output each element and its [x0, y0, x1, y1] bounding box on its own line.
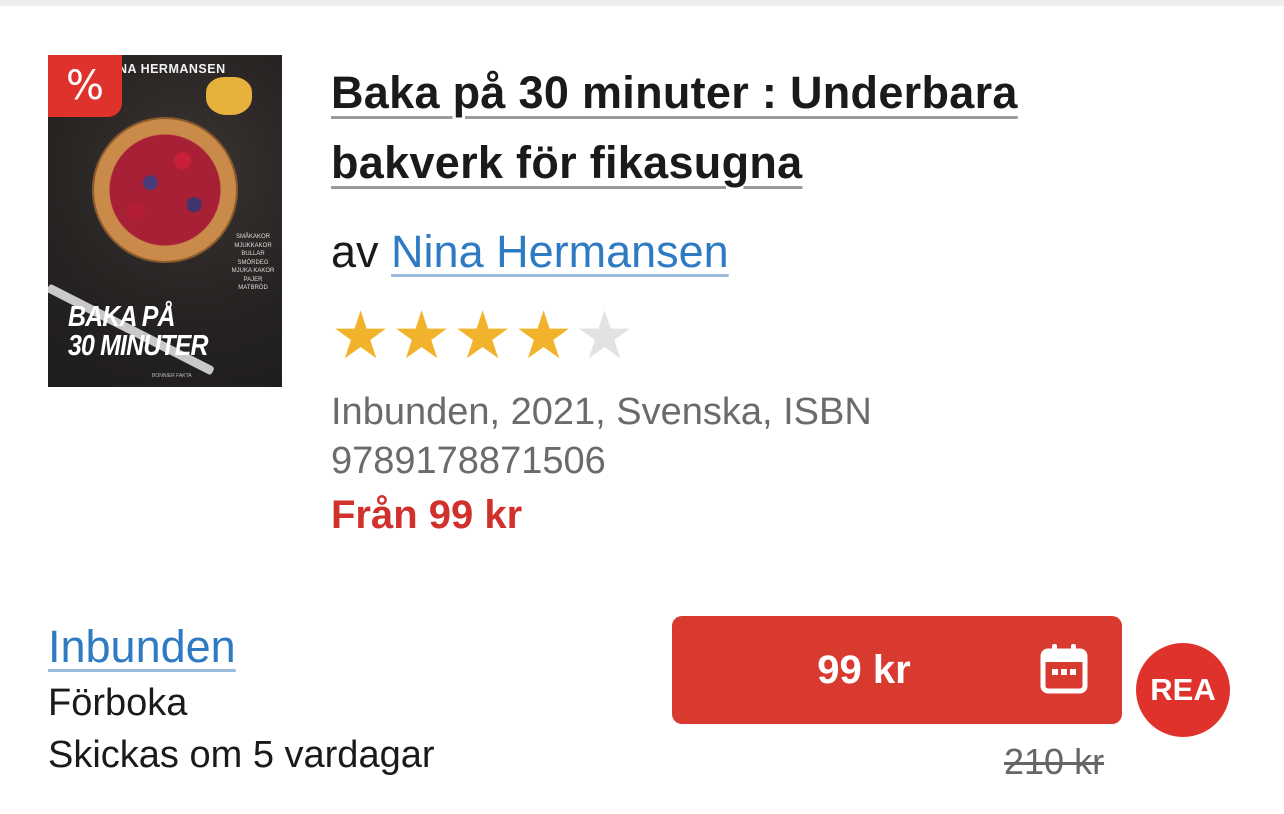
from-price: Från 99 kr	[331, 493, 523, 537]
cover-author-text: NA HERMANSEN	[118, 62, 226, 76]
format-link[interactable]: Inbunden	[48, 619, 236, 675]
cover-topic: PAJER	[243, 276, 263, 283]
star-icon: ★	[514, 297, 574, 374]
star-icon: ★	[392, 297, 452, 374]
author-byline: av Nina Hermansen	[331, 222, 729, 282]
cover-title-line: 30 MINUTER	[68, 330, 209, 362]
cover-title-line: BAKA PÅ	[68, 301, 176, 333]
calendar-icon	[1040, 644, 1088, 694]
star-rating: ★ ★ ★ ★ ★	[331, 303, 636, 369]
author-link[interactable]: Nina Hermansen	[391, 226, 729, 277]
shipping-info: Skickas om 5 vardagar	[48, 734, 435, 776]
format-details: Inbunden, 2021, Svenska, ISBN 9789178871…	[331, 391, 872, 482]
cover-topic: BULLAR	[241, 251, 265, 257]
cover-honey-jar	[206, 77, 252, 115]
cover-topic-list: SMÅKAKOR MJUKKAKOR BULLAR SMÖRDEG MJUKA …	[229, 233, 277, 293]
availability-status: Förboka	[48, 682, 188, 724]
star-empty-icon: ★	[575, 297, 635, 374]
sale-percent-icon: %	[48, 55, 122, 117]
star-icon: ★	[453, 297, 513, 374]
sale-badge: REA	[1136, 643, 1230, 737]
by-prefix: av	[331, 226, 379, 277]
star-icon: ★	[331, 297, 391, 374]
cover-topic: MJUKA KAKOR	[231, 268, 275, 274]
cover-publisher: BONNIER FAKTA	[152, 373, 192, 379]
cover-berry-tart	[92, 117, 238, 263]
cover-title: BAKA PÅ 30 MINUTER	[68, 301, 209, 362]
cover-topic: SMÖRDEG	[237, 259, 269, 266]
preorder-buy-button[interactable]: 99 kr	[672, 616, 1122, 724]
buy-button-price: 99 kr	[817, 648, 911, 692]
original-price: 210 kr	[1004, 741, 1105, 782]
top-divider	[0, 0, 1284, 6]
cover-topic: MATBRÖD	[238, 285, 268, 291]
book-title-link[interactable]: Baka på 30 minuter : Underbara bakverk f…	[331, 58, 1161, 198]
cover-topic: MJUKKAKOR	[234, 242, 272, 249]
cover-topic: SMÅKAKOR	[235, 234, 270, 240]
